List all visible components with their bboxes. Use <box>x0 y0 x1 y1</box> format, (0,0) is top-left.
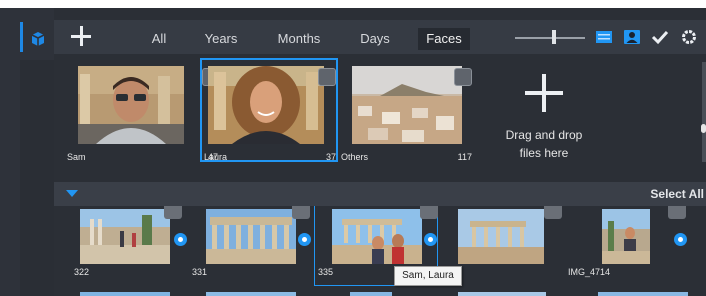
photo-grid: 322 331 335 IMG_4714 <box>54 206 706 296</box>
add-files-plus-icon <box>525 74 563 112</box>
photo-caption: 331 <box>192 267 208 277</box>
photo-thumbnail <box>332 209 422 264</box>
drop-zone-text-line2: files here <box>519 146 569 160</box>
add-icon[interactable] <box>68 23 94 49</box>
zoom-slider-handle[interactable] <box>552 30 556 44</box>
photo-thumbnail <box>206 209 296 264</box>
tab-faces[interactable]: Faces <box>418 28 470 50</box>
photo-tile[interactable]: 331 <box>188 206 314 288</box>
select-all-button[interactable]: Select All <box>650 187 704 201</box>
select-checkbox[interactable] <box>544 206 562 219</box>
photo-tile[interactable]: 322 <box>62 206 188 288</box>
photo-caption: 322 <box>74 267 90 277</box>
drop-zone[interactable]: Drag and drop files here <box>484 74 604 174</box>
face-thumbnail <box>352 66 462 144</box>
settings-gear-icon[interactable] <box>680 29 698 45</box>
face-tag-badge-icon[interactable] <box>298 233 311 246</box>
face-count: 117 <box>457 152 472 162</box>
select-checkbox[interactable] <box>318 68 336 86</box>
checkmark-icon[interactable] <box>651 29 669 45</box>
face-tag-badge-icon[interactable] <box>674 233 687 246</box>
group-header: Select All <box>54 182 706 206</box>
select-checkbox[interactable] <box>668 206 686 219</box>
faces-scrollbar[interactable] <box>702 62 706 162</box>
face-tag-badge-icon[interactable] <box>424 233 437 246</box>
select-checkbox[interactable] <box>454 68 472 86</box>
face-thumbnail <box>78 66 184 144</box>
select-checkbox[interactable] <box>164 206 182 219</box>
toolbar: All Years Months Days Faces <box>54 20 706 54</box>
photo-thumbnail-partial <box>80 292 170 296</box>
faces-strip: Sam 47 Laura 37 Others 117 Drag and drop… <box>54 54 702 176</box>
face-name: Sam <box>67 152 86 162</box>
face-thumbnail <box>208 66 324 144</box>
photo-thumbnail <box>458 209 544 264</box>
face-tag-badge-icon[interactable] <box>174 233 187 246</box>
face-view-icon[interactable] <box>623 29 641 45</box>
photo-thumbnail <box>602 209 650 264</box>
photo-thumbnail-partial <box>458 292 546 296</box>
photo-thumbnail <box>80 209 170 264</box>
select-checkbox[interactable] <box>292 206 310 219</box>
drop-zone-text-line1: Drag and drop <box>505 128 583 142</box>
left-rail <box>0 8 54 296</box>
rail-panel <box>20 60 54 296</box>
tab-months[interactable]: Months <box>272 28 326 50</box>
library-box-icon[interactable] <box>22 24 54 54</box>
tab-years[interactable]: Years <box>202 28 240 50</box>
photo-thumbnail-partial <box>350 292 392 296</box>
photo-thumbnail-partial <box>598 292 688 296</box>
photo-thumbnail-partial <box>206 292 296 296</box>
photo-caption: IMG_4714 <box>568 267 611 277</box>
tab-all[interactable]: All <box>146 28 172 50</box>
face-name: Laura <box>204 152 228 162</box>
zoom-slider-track[interactable] <box>515 37 585 39</box>
scrollbar-handle[interactable] <box>701 124 706 133</box>
photo-tile[interactable]: IMG_4714 <box>568 206 694 288</box>
select-checkbox[interactable] <box>420 206 438 219</box>
photo-caption: 335 <box>318 267 334 277</box>
face-names-tooltip: Sam, Laura <box>394 266 462 286</box>
collapse-arrow-icon[interactable] <box>66 190 78 197</box>
photo-browser-app: All Years Months Days Faces Sam 47 Laura… <box>0 8 706 296</box>
list-view-icon[interactable] <box>595 29 613 45</box>
tab-days[interactable]: Days <box>356 28 394 50</box>
face-count: 37 <box>325 152 336 162</box>
photo-tile[interactable] <box>444 206 570 288</box>
window-top-strip <box>0 0 706 8</box>
face-name: Others <box>341 152 369 162</box>
